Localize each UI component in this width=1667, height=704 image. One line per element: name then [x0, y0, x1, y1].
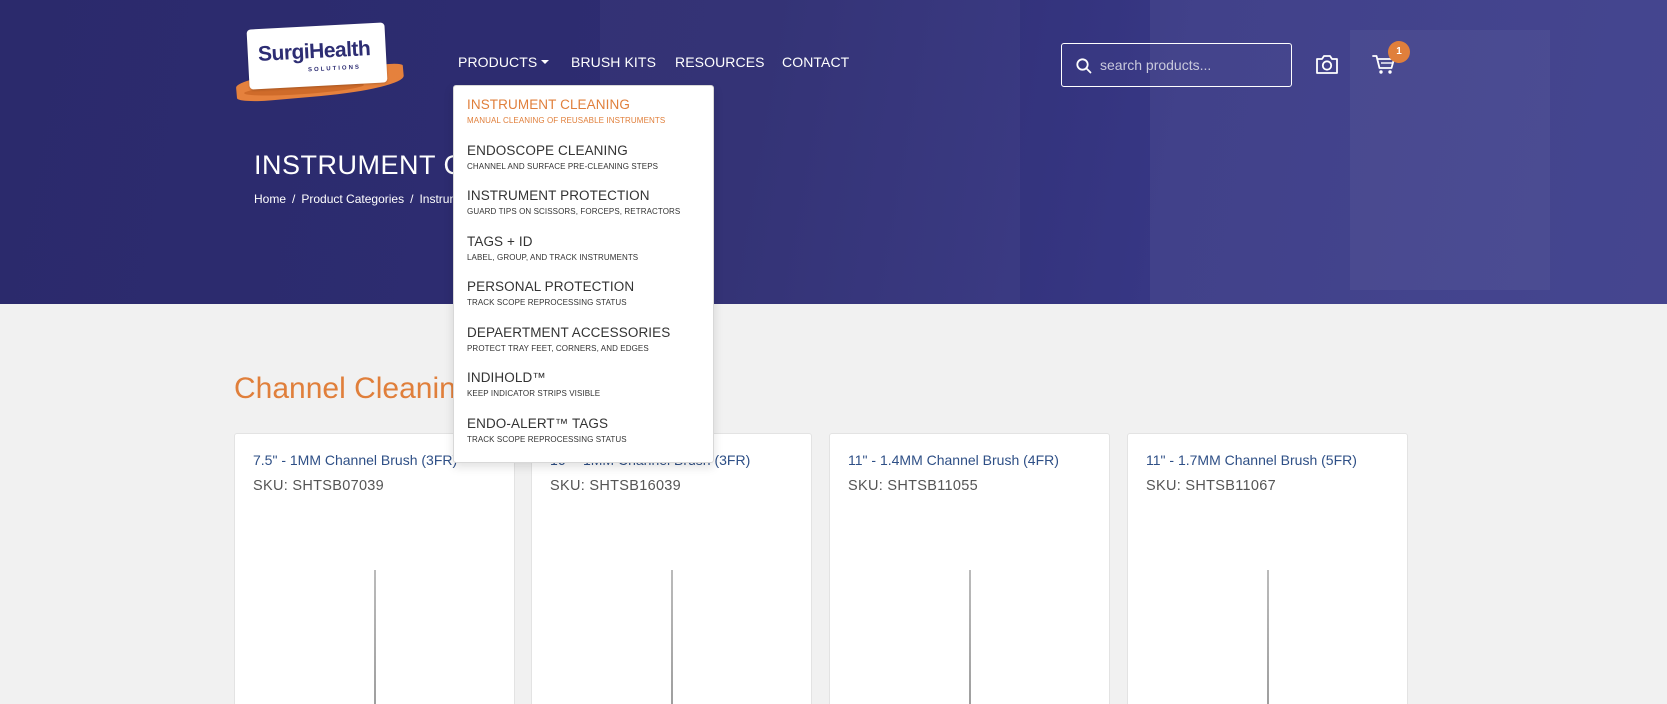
menu-item-endoscope-cleaning[interactable]: ENDOSCOPE CLEANING CHANNEL AND SURFACE P…: [467, 143, 658, 171]
nav-contact[interactable]: CONTACT: [782, 54, 849, 70]
menu-item-title: DEPAERTMENT ACCESSORIES: [467, 325, 671, 340]
menu-item-subtitle: KEEP INDICATOR STRIPS VISIBLE: [467, 389, 601, 398]
menu-item-title: TAGS + ID: [467, 234, 533, 249]
menu-item-title: INSTRUMENT CLEANING: [467, 97, 630, 112]
menu-item-endo-alert-tags[interactable]: ENDO-ALERT™ TAGS TRACK SCOPE REPROCESSIN…: [467, 416, 627, 444]
cart-count-badge: 1: [1388, 41, 1410, 63]
product-image[interactable]: [969, 570, 971, 704]
product-card[interactable]: 11" - 1.4MM Channel Brush (4FR) SKU: SHT…: [829, 433, 1110, 704]
product-sku: SKU: SHTSB11067: [1146, 478, 1276, 494]
menu-item-subtitle: PROTECT TRAY FEET, CORNERS, AND EDGES: [467, 344, 649, 353]
logo-text-part: Surgi: [257, 40, 310, 66]
nav-products[interactable]: PRODUCTS: [458, 54, 550, 70]
menu-item-title: INSTRUMENT PROTECTION: [467, 188, 650, 203]
nav-products-label: PRODUCTS: [458, 54, 538, 70]
menu-item-tags-id[interactable]: TAGS + ID LABEL, GROUP, AND TRACK INSTRU…: [467, 234, 638, 262]
menu-item-title: INDIHOLD™: [467, 370, 546, 385]
menu-item-department-accessories[interactable]: DEPAERTMENT ACCESSORIES PROTECT TRAY FEE…: [467, 325, 670, 353]
menu-item-indihold[interactable]: INDIHOLD™ KEEP INDICATOR STRIPS VISIBLE: [467, 370, 600, 398]
logo-text-part: Health: [308, 37, 371, 64]
product-sku: SKU: SHTSB16039: [550, 478, 682, 494]
menu-item-subtitle: LABEL, GROUP, AND TRACK INSTRUMENTS: [467, 253, 639, 262]
product-image[interactable]: [1267, 570, 1269, 704]
caret-down-icon: [541, 60, 550, 65]
breadcrumb-home[interactable]: Home: [254, 192, 286, 206]
products-dropdown-menu: INSTRUMENT CLEANING MANUAL CLEANING OF R…: [453, 85, 714, 463]
product-card[interactable]: 11" - 1.7MM Channel Brush (5FR) SKU: SHT…: [1127, 433, 1408, 704]
camera-icon[interactable]: [1314, 52, 1340, 76]
menu-item-instrument-protection[interactable]: INSTRUMENT PROTECTION GUARD TIPS ON SCIS…: [467, 188, 680, 216]
menu-item-subtitle: GUARD TIPS ON SCISSORS, FORCEPS, RETRACT…: [467, 207, 681, 216]
menu-item-subtitle: CHANNEL AND SURFACE PRE-CLEANING STEPS: [467, 162, 659, 171]
search-box: [1061, 43, 1292, 87]
breadcrumb-product-categories[interactable]: Product Categories: [301, 192, 404, 206]
menu-item-subtitle: MANUAL CLEANING OF REUSABLE INSTRUMENTS: [467, 116, 666, 125]
product-sku: SKU: SHTSB11055: [848, 478, 978, 494]
product-sku: SKU: SHTSB07039: [253, 478, 385, 494]
menu-item-title: PERSONAL PROTECTION: [467, 279, 635, 294]
menu-item-personal-protection[interactable]: PERSONAL PROTECTION TRACK SCOPE REPROCES…: [467, 279, 634, 307]
search-input[interactable]: [1100, 46, 1286, 84]
menu-item-subtitle: TRACK SCOPE REPROCESSING STATUS: [467, 435, 627, 444]
nav-brush-kits[interactable]: BRUSH KITS: [571, 54, 656, 70]
breadcrumb-separator: /: [292, 192, 296, 206]
menu-item-instrument-cleaning[interactable]: INSTRUMENT CLEANING MANUAL CLEANING OF R…: [467, 97, 665, 125]
product-card[interactable]: 16" - 1MM Channel Brush (3FR) SKU: SHTSB…: [531, 433, 812, 704]
breadcrumb-separator: /: [410, 192, 414, 206]
product-image[interactable]: [374, 570, 376, 704]
product-name[interactable]: 11" - 1.7MM Channel Brush (5FR): [1146, 452, 1357, 468]
site-logo[interactable]: SurgiHealth SOLUTIONS: [235, 22, 416, 104]
nav-resources[interactable]: RESOURCES: [675, 54, 765, 70]
product-name[interactable]: 11" - 1.4MM Channel Brush (4FR): [848, 452, 1059, 468]
product-image[interactable]: [671, 570, 673, 704]
menu-item-title: ENDOSCOPE CLEANING: [467, 143, 628, 158]
hero-banner: SurgiHealth SOLUTIONS PRODUCTS BRUSH KIT…: [0, 0, 1667, 304]
search-icon[interactable]: [1075, 57, 1093, 75]
menu-item-subtitle: TRACK SCOPE REPROCESSING STATUS: [467, 298, 627, 307]
product-name[interactable]: 7.5" - 1MM Channel Brush (3FR): [253, 452, 457, 468]
product-card[interactable]: 7.5" - 1MM Channel Brush (3FR) SKU: SHTS…: [234, 433, 515, 704]
menu-item-title: ENDO-ALERT™ TAGS: [467, 416, 609, 431]
